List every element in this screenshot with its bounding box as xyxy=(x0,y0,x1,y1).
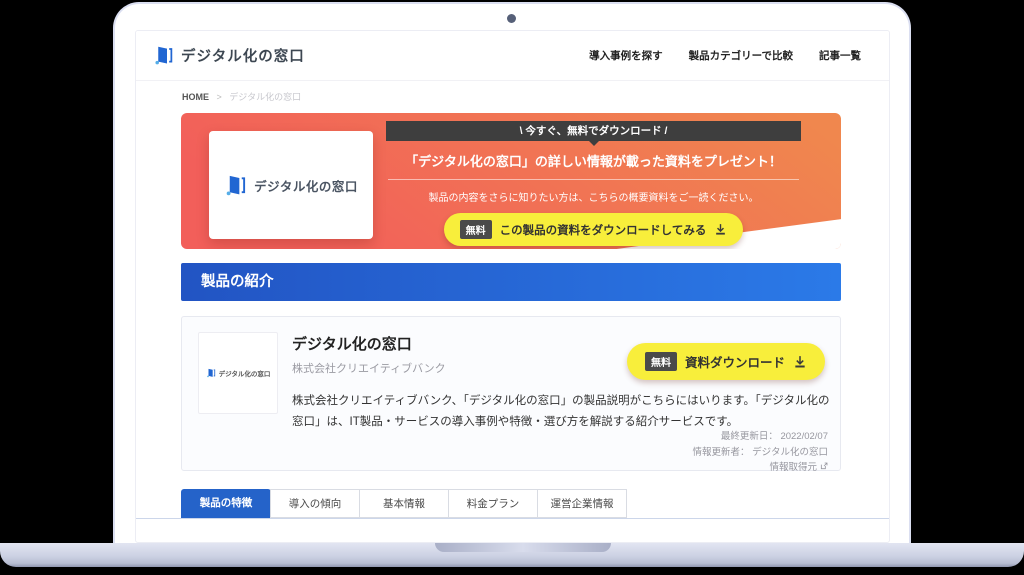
product-logo-box: デジタル化の窓口 xyxy=(198,332,278,414)
camera-dot-icon xyxy=(507,14,516,23)
hero-download-label: この製品の資料をダウンロードしてみる xyxy=(500,222,707,238)
nav-case-studies[interactable]: 導入事例を探す xyxy=(589,48,663,63)
breadcrumb: HOME > デジタル化の窓口 xyxy=(136,81,889,113)
free-badge: 無料 xyxy=(645,352,677,371)
tab-pricing-plan[interactable]: 料金プラン xyxy=(448,489,538,518)
product-company: 株式会社クリエイティブバンク xyxy=(292,360,446,376)
hero-subtext: 製品の内容をさらに知りたい方は、こちらの概要資料をご一読ください。 xyxy=(386,189,801,204)
product-tabbar: 製品の特徴 導入の傾向 基本情報 料金プラン 運営企業情報 xyxy=(136,489,889,519)
meta-last-updated: 最終更新日： 2022/02/07 xyxy=(693,429,828,445)
product-download-button[interactable]: 無料 資料ダウンロード xyxy=(627,343,825,380)
hero-logo-text: デジタル化の窓口 xyxy=(254,176,358,195)
breadcrumb-home-link[interactable]: HOME xyxy=(182,92,209,102)
site-logo[interactable]: デジタル化の窓口 xyxy=(153,45,305,66)
meta-source-link[interactable]: 情報取得元 xyxy=(693,460,828,476)
product-card: デジタル化の窓口 デジタル化の窓口 株式会社クリエイティブバンク 無料 資料ダウ… xyxy=(181,316,841,471)
main-content: デジタル化の窓口 \ 今すぐ、無料でダウンロード / 「デジタル化の窓口」の詳し… xyxy=(181,113,841,471)
hero-download-button[interactable]: 無料 この製品の資料をダウンロードしてみる xyxy=(444,213,744,246)
hero-banner: デジタル化の窓口 \ 今すぐ、無料でダウンロード / 「デジタル化の窓口」の詳し… xyxy=(181,113,841,249)
nav-compare-categories[interactable]: 製品カテゴリーで比較 xyxy=(689,48,793,63)
book-logo-icon xyxy=(206,368,216,378)
breadcrumb-separator: > xyxy=(217,92,222,102)
product-title: デジタル化の窓口 xyxy=(292,333,412,354)
free-badge: 無料 xyxy=(460,220,492,239)
hero-divider xyxy=(388,179,799,180)
product-download-label: 資料ダウンロード xyxy=(685,352,785,371)
header-nav: 導入事例を探す 製品カテゴリーで比較 記事一覧 xyxy=(589,48,861,63)
browser-screen: デジタル化の窓口 導入事例を探す 製品カテゴリーで比較 記事一覧 HOME > … xyxy=(135,30,890,543)
download-icon xyxy=(714,223,727,236)
download-icon xyxy=(793,355,807,369)
hero-logo-card: デジタル化の窓口 xyxy=(209,131,373,239)
laptop-frame: デジタル化の窓口 導入事例を探す 製品カテゴリーで比較 記事一覧 HOME > … xyxy=(113,2,911,543)
hero-copy: \ 今すぐ、無料でダウンロード / 「デジタル化の窓口」の詳しい情報が載った資料… xyxy=(386,121,801,246)
product-description: 株式会社クリエイティブバンク、「デジタル化の窓口」の製品説明がこちらにはいります… xyxy=(292,391,832,434)
meta-updated-by: 情報更新者： デジタル化の窓口 xyxy=(693,445,828,461)
nav-articles[interactable]: 記事一覧 xyxy=(819,48,861,63)
product-logo-text: デジタル化の窓口 xyxy=(219,368,271,378)
section-header-product-intro: 製品の紹介 xyxy=(181,263,841,301)
hero-headline: 「デジタル化の窓口」の詳しい情報が載った資料をプレゼント！ xyxy=(386,151,801,170)
hero-ribbon: \ 今すぐ、無料でダウンロード / xyxy=(386,121,801,141)
tab-product-features[interactable]: 製品の特徴 xyxy=(181,489,271,518)
book-logo-icon xyxy=(153,45,174,66)
hero-logo: デジタル化の窓口 xyxy=(224,174,358,197)
book-logo-icon xyxy=(224,174,247,197)
product-meta: 最終更新日： 2022/02/07 情報更新者： デジタル化の窓口 情報取得元 xyxy=(693,429,828,476)
tab-operating-company[interactable]: 運営企業情報 xyxy=(537,489,627,518)
site-logo-text: デジタル化の窓口 xyxy=(181,45,305,66)
breadcrumb-current: デジタル化の窓口 xyxy=(229,92,301,102)
laptop-notch xyxy=(435,543,611,552)
tab-basic-info[interactable]: 基本情報 xyxy=(359,489,449,518)
site-header: デジタル化の窓口 導入事例を探す 製品カテゴリーで比較 記事一覧 xyxy=(136,31,889,81)
external-link-icon xyxy=(820,462,828,470)
tab-adoption-trends[interactable]: 導入の傾向 xyxy=(270,489,360,518)
